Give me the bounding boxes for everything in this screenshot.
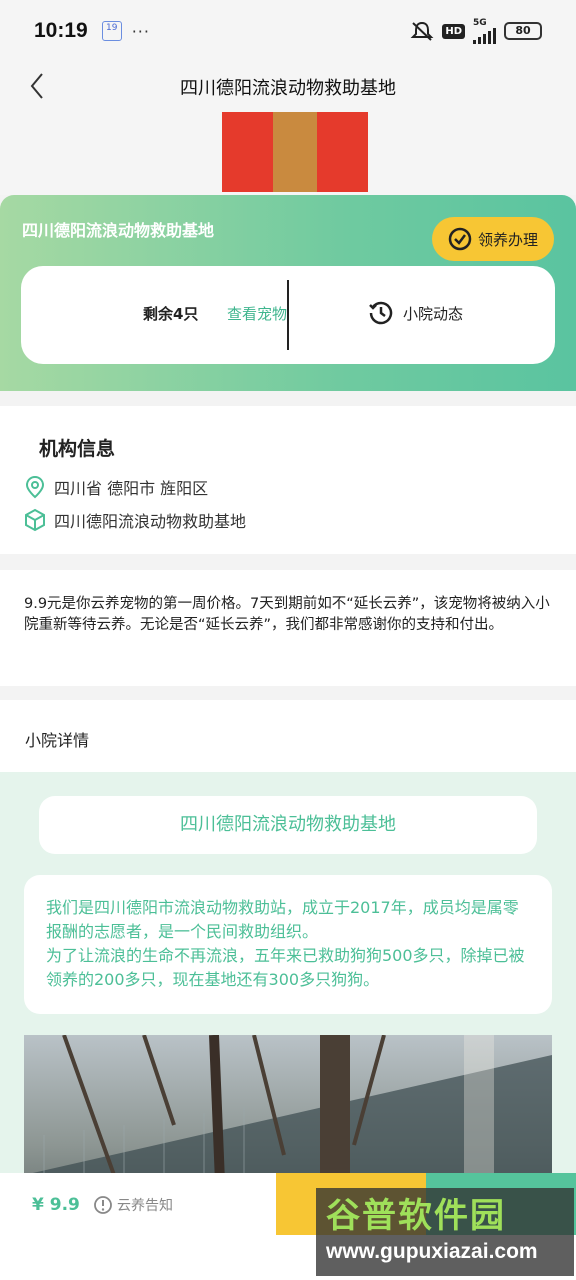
page-title: 四川德阳流浪动物救助基地 bbox=[180, 78, 396, 99]
org-base-name: 四川德阳流浪动物救助基地 bbox=[54, 512, 247, 531]
price-notice-text: 9.9元是你云养宠物的第一周价格。7天到期前如不“延长云养”，该宠物将被纳入小院… bbox=[24, 596, 550, 633]
watermark: 谷普软件园 www.gupuxiazai.com bbox=[316, 1188, 574, 1276]
location-pin-icon bbox=[25, 475, 45, 499]
badge-check-icon bbox=[448, 227, 472, 251]
battery-icon: 80 bbox=[504, 22, 542, 40]
gift-ribbon bbox=[273, 112, 317, 192]
info-circle-icon bbox=[94, 1196, 112, 1214]
details-description: 我们是四川德阳市流浪动物救助站，成立于2017年，成员均是属零报酬的志愿者，是一… bbox=[24, 875, 552, 1014]
details-heading: 小院详情 bbox=[0, 700, 576, 772]
cloud-notice-link[interactable]: 云养告知 bbox=[93, 1195, 173, 1215]
watermark-url: www.gupuxiazai.com bbox=[326, 1240, 538, 1263]
nav-bar: 四川德阳流浪动物救助基地 bbox=[0, 62, 576, 110]
watermark-title: 谷普软件园 bbox=[326, 1196, 506, 1236]
description-paragraph-2: 为了让流浪的生命不再流浪，五年来已救助狗狗500多只，除掉已被领养的200多只，… bbox=[46, 946, 525, 989]
hero-stats-card: 剩余4只 查看宠物 小院动态 bbox=[21, 266, 555, 364]
gift-box-image bbox=[222, 112, 368, 192]
news-label: 小院动态 bbox=[403, 304, 464, 323]
price-notice: 9.9元是你云养宠物的第一周价格。7天到期前如不“延长云养”，该宠物将被纳入小院… bbox=[0, 570, 576, 686]
remaining-count: 剩余4只 bbox=[143, 305, 199, 323]
hd-badge: HD bbox=[442, 23, 465, 39]
cube-icon bbox=[25, 508, 45, 532]
more-notifications-icon: ··· bbox=[131, 21, 150, 41]
org-info-heading: 机构信息 bbox=[39, 438, 116, 460]
hero-card: 四川德阳流浪动物救助基地 领养办理 剩余4只 查看宠物 小院动态 bbox=[0, 195, 576, 391]
signal-icon bbox=[473, 27, 496, 44]
calendar-icon: 19 bbox=[101, 21, 122, 41]
description-paragraph-1: 我们是四川德阳市流浪动物救助站，成立于2017年，成员均是属零报酬的志愿者，是一… bbox=[46, 898, 519, 941]
history-icon bbox=[369, 301, 393, 325]
network-label: 5G bbox=[473, 17, 487, 28]
org-location: 四川省 德阳市 旌阳区 bbox=[54, 479, 209, 498]
status-bar: 10:19 19 ··· HD 5G 80 bbox=[0, 0, 576, 62]
price-label: ¥ 9.9 bbox=[32, 1195, 80, 1215]
banner-area bbox=[0, 110, 576, 195]
mute-icon bbox=[410, 21, 434, 41]
card-divider bbox=[287, 280, 289, 350]
org-info-section: 机构信息 四川省 德阳市 旌阳区 四川德阳流浪动物救助基地 bbox=[0, 406, 576, 554]
cloud-notice-label: 云养告知 bbox=[117, 1198, 173, 1214]
adopt-button-label: 领养办理 bbox=[477, 230, 538, 249]
status-indicators: HD 5G 80 bbox=[410, 17, 542, 44]
hero-org-name: 四川德阳流浪动物救助基地 bbox=[22, 221, 215, 240]
status-time: 10:19 bbox=[34, 19, 88, 42]
adopt-button[interactable]: 领养办理 bbox=[432, 217, 554, 261]
view-pets-link[interactable]: 查看宠物 bbox=[227, 303, 287, 324]
news-button[interactable]: 小院动态 bbox=[367, 299, 463, 327]
details-name-card: 四川德阳流浪动物救助基地 bbox=[39, 796, 537, 854]
org-location-row: 四川省 德阳市 旌阳区 bbox=[24, 475, 208, 499]
org-base-row: 四川德阳流浪动物救助基地 bbox=[24, 508, 246, 532]
